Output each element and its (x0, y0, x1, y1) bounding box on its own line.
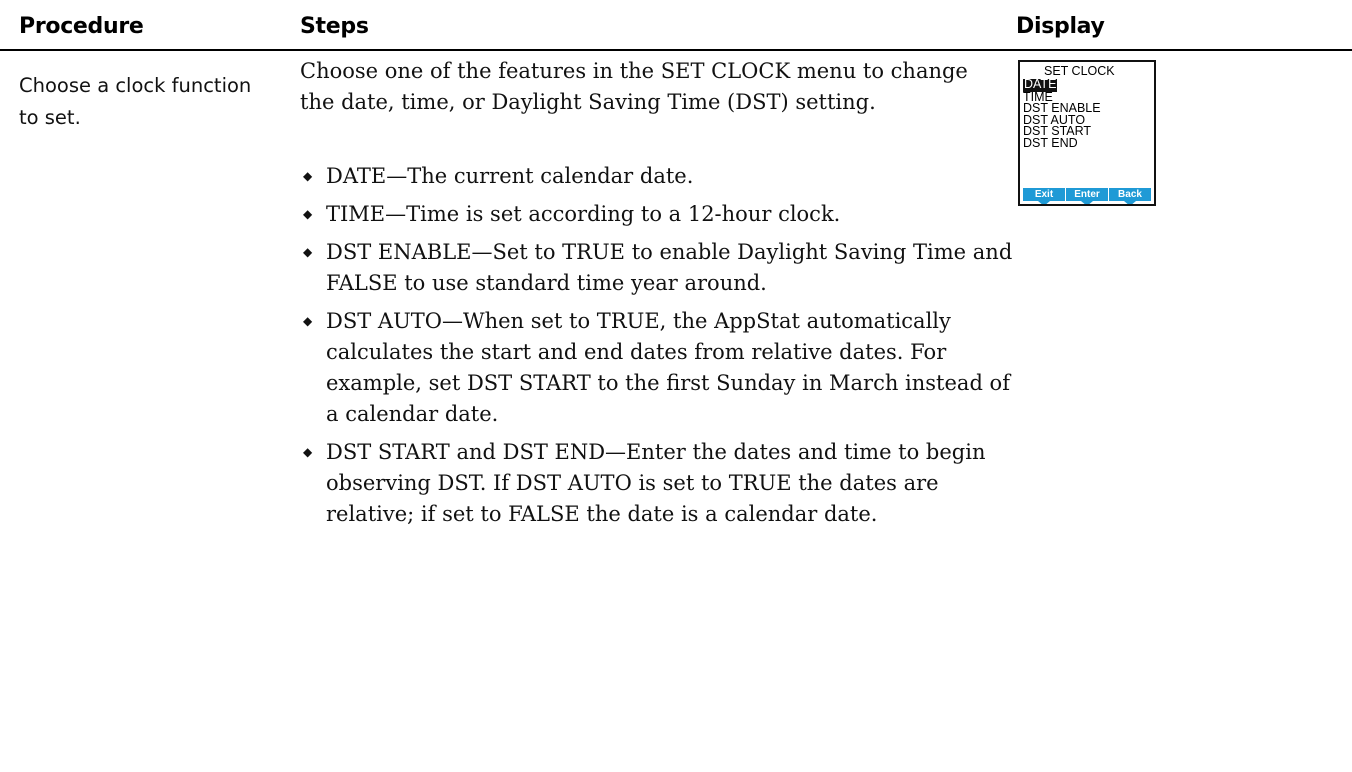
list-item: ◆ DST START and DST END—Enter the dates a… (300, 437, 1020, 530)
display-menu-list: DATE TIME DST ENABLE DST AUTO DST START … (1023, 78, 1101, 150)
list-item-text: DATE—The current calendar date. (326, 164, 694, 188)
feature-list: ◆ DATE—The current calendar date. ◆ TIME—T… (300, 161, 1020, 537)
list-item-text: TIME—Time is set according to a 12-hour … (326, 202, 841, 226)
header-rule (0, 49, 1352, 51)
list-item-text: DST START and DST END—Enter the dates an… (326, 440, 986, 526)
list-item-text: DST AUTO—When set to TRUE, the AppStat a… (326, 309, 1010, 426)
list-item: ◆ DATE—The current calendar date. (300, 161, 1020, 192)
diamond-bullet-icon: ◆ (303, 445, 313, 459)
diamond-bullet-icon: ◆ (303, 169, 313, 183)
display-softkey-bar: Exit Enter Back (1023, 188, 1151, 204)
list-item: ◆ DST ENABLE—Set to TRUE to enable Daylig… (300, 237, 1020, 299)
diamond-bullet-icon: ◆ (303, 314, 313, 328)
softkey-enter: Enter (1065, 188, 1108, 204)
display-menu-title: SET CLOCK (1044, 64, 1115, 78)
arrow-down-icon (1038, 201, 1050, 204)
list-item: ◆ DST AUTO—When set to TRUE, the AppStat … (300, 306, 1020, 430)
diamond-bullet-icon: ◆ (303, 207, 313, 221)
steps-intro: Choose one of the features in the SET CL… (300, 59, 968, 114)
steps-column-header: Steps (300, 14, 369, 39)
procedure-text: Choose a clock function to set. (19, 74, 252, 129)
arrow-down-icon (1124, 201, 1136, 204)
list-item: ◆ TIME—Time is set according to a 12-hour… (300, 199, 1020, 230)
display-column-header: Display (1016, 14, 1105, 39)
device-display-screen: SET CLOCK DATE TIME DST ENABLE DST AUTO … (1018, 60, 1156, 206)
arrow-down-icon (1081, 201, 1093, 204)
softkey-back: Back (1108, 188, 1151, 204)
procedure-column-header: Procedure (19, 14, 144, 39)
display-menu-item-dst-end: DST END (1023, 135, 1078, 150)
list-item-text: DST ENABLE—Set to TRUE to enable Dayligh… (326, 240, 1013, 295)
softkey-exit: Exit (1023, 188, 1065, 204)
diamond-bullet-icon: ◆ (303, 245, 313, 259)
